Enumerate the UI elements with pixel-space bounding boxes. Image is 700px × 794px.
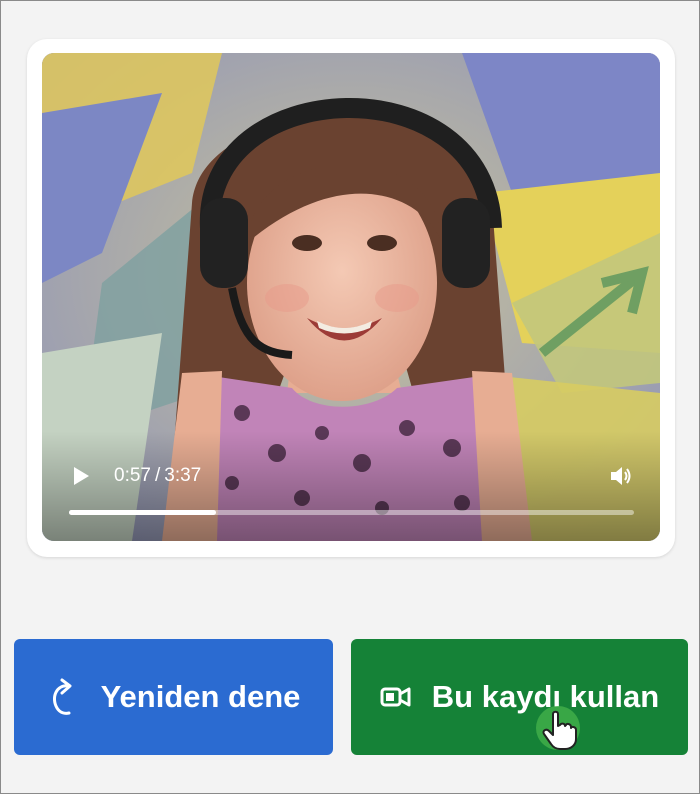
- time-separator: /: [154, 465, 161, 486]
- use-recording-button[interactable]: Bu kaydı kullan: [351, 639, 688, 755]
- retry-label: Yeniden dene: [100, 679, 301, 714]
- play-icon: [74, 467, 89, 485]
- video-camera-icon: [380, 683, 412, 711]
- speaker-icon: [611, 467, 631, 485]
- retry-button[interactable]: Yeniden dene: [14, 639, 333, 755]
- current-time: 0:57: [114, 465, 151, 486]
- seek-bar[interactable]: [69, 510, 634, 515]
- use-recording-label: Bu kaydı kullan: [431, 679, 660, 714]
- redo-arrow-icon: [47, 678, 81, 716]
- volume-button[interactable]: [607, 462, 635, 490]
- seek-bar-progress: [69, 510, 216, 515]
- time-display: 0:57/3:37: [114, 463, 201, 489]
- video-player[interactable]: 0:57/3:37: [42, 53, 660, 541]
- duration: 3:37: [164, 465, 202, 486]
- play-button[interactable]: [68, 463, 94, 489]
